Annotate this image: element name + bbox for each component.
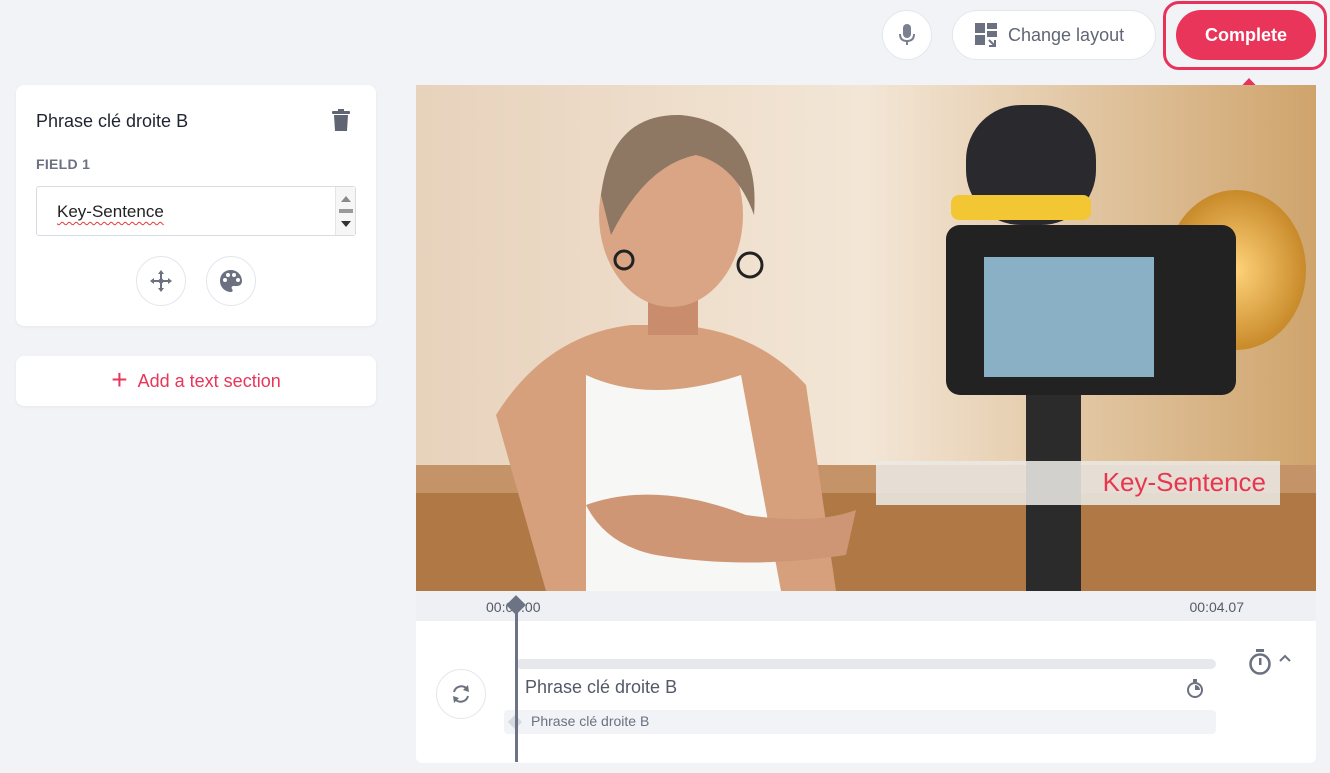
key-sentence-overlay: Key-Sentence (876, 461, 1280, 505)
field-value: Key-Sentence (57, 202, 164, 221)
stopwatch-icon[interactable] (1248, 649, 1272, 675)
field-scrollbar[interactable] (335, 187, 355, 235)
change-layout-label: Change layout (1008, 24, 1125, 45)
track-bar[interactable] (516, 659, 1216, 669)
microphone-button[interactable] (882, 10, 932, 60)
timeline-panel: Phrase clé droite B Phrase clé droite B (416, 621, 1316, 763)
move-button[interactable] (136, 256, 186, 306)
end-time: 00:04.07 (1189, 599, 1245, 615)
playhead[interactable] (515, 604, 518, 762)
stopwatch-icon[interactable] (1186, 679, 1204, 699)
key-sentence-field[interactable]: Key-Sentence (36, 186, 356, 236)
refresh-button[interactable] (436, 669, 486, 719)
track-title: Phrase clé droite B (525, 677, 678, 697)
plus-icon: + (111, 363, 128, 395)
microphone-icon (899, 24, 915, 45)
move-icon (150, 270, 172, 292)
add-text-section-label: Add a text section (137, 370, 281, 391)
clip-label: Phrase clé droite B (531, 713, 650, 729)
text-section-card: Phrase clé droite B FIELD 1 Key-Sentence (16, 85, 376, 326)
overlay-text: Key-Sentence (1102, 467, 1266, 497)
palette-icon (220, 270, 242, 292)
video-frame-image (416, 85, 1316, 591)
refresh-icon (453, 685, 469, 703)
trash-icon[interactable] (332, 109, 350, 131)
color-palette-button[interactable] (206, 256, 256, 306)
field-label: FIELD 1 (36, 156, 91, 172)
section-title: Phrase clé droite B (36, 111, 189, 131)
complete-button[interactable]: Complete (1176, 10, 1316, 60)
scroll-down-icon[interactable] (341, 221, 351, 227)
time-ruler[interactable]: 00:00.00 00:04.07 (416, 591, 1316, 621)
scroll-up-icon[interactable] (341, 196, 351, 202)
chevron-up-icon[interactable] (1278, 653, 1292, 663)
timeline-clip[interactable]: Phrase clé droite B (504, 710, 1216, 734)
change-layout-button[interactable]: Change layout (952, 10, 1156, 60)
add-text-section-button[interactable]: + Add a text section (16, 356, 376, 406)
video-preview[interactable]: Key-Sentence (416, 85, 1316, 591)
scroll-thumb[interactable] (339, 209, 353, 213)
layout-grid-icon (975, 23, 997, 47)
